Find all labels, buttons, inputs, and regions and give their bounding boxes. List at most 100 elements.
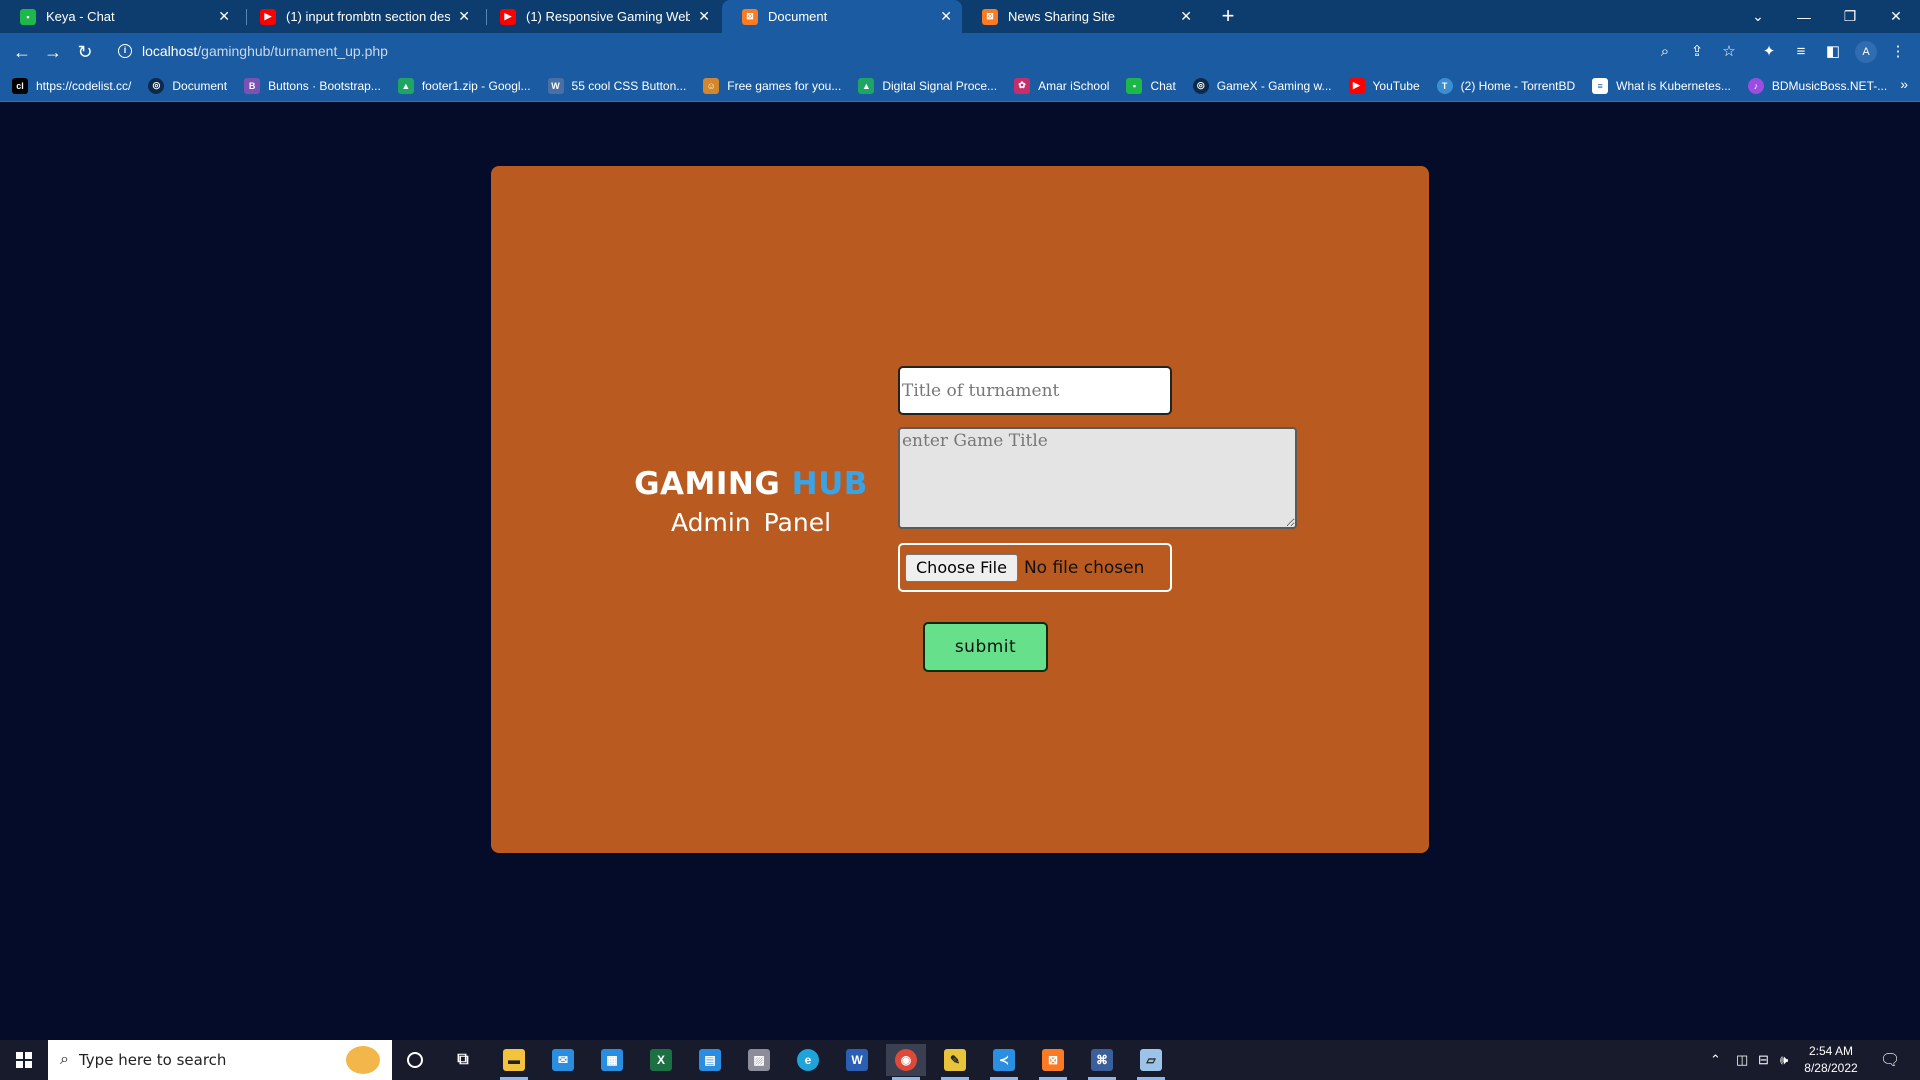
bookmark-label: Buttons · Bootstrap... xyxy=(268,78,381,93)
mail-icon[interactable]: ✉ xyxy=(543,1044,583,1076)
tab-news-sharing[interactable]: ⊠ News Sharing Site ✕ xyxy=(962,0,1202,33)
bookmark-footer-zip[interactable]: ▲ footer1.zip - Googl... xyxy=(397,77,531,94)
chat-icon: ▪ xyxy=(1126,77,1143,94)
site-info-icon[interactable]: i xyxy=(118,44,132,58)
bookmark-label: (2) Home - TorrentBD xyxy=(1460,78,1576,93)
bookmark-chat[interactable]: ▪ Chat xyxy=(1126,77,1176,94)
edge-icon[interactable]: e xyxy=(788,1044,828,1076)
volume-icon[interactable]: 🕪 xyxy=(1780,1040,1788,1080)
bookmark-youtube[interactable]: ▶ YouTube xyxy=(1348,77,1420,94)
brand-block: GAMING HUB Admin Panel xyxy=(616,466,886,537)
close-icon[interactable]: ✕ xyxy=(698,8,710,25)
games-icon: ☺ xyxy=(703,77,720,94)
tab-strip: ▪ Keya - Chat ✕ ▶ (1) input frombtn sect… xyxy=(0,0,1920,33)
xampp-icon: ⊠ xyxy=(742,8,758,25)
globe-icon: ◎ xyxy=(148,77,165,94)
close-icon[interactable]: ✕ xyxy=(940,8,952,25)
bookmark-label: Amar iSchool xyxy=(1038,78,1110,93)
photos-icon[interactable]: ▨ xyxy=(739,1044,779,1076)
show-hidden-icons[interactable]: ⌃ xyxy=(1710,1040,1721,1080)
bookmark-star-icon[interactable]: ☆ xyxy=(1719,41,1739,61)
search-highlight-icon xyxy=(346,1046,380,1074)
store-icon[interactable]: ▦ xyxy=(592,1044,632,1076)
reload-button[interactable]: ↻ xyxy=(72,39,98,65)
share-icon[interactable]: ⇪ xyxy=(1687,41,1707,61)
menu-icon[interactable]: ⋮ xyxy=(1888,41,1908,61)
new-tab-button[interactable]: + xyxy=(1215,3,1241,29)
bookmark-label: 55 cool CSS Button... xyxy=(571,78,687,93)
file-upload-field[interactable]: Choose File No file chosen xyxy=(898,543,1172,592)
bookmark-label: BDMusicBoss.NET-... xyxy=(1771,78,1888,93)
word-icon[interactable]: W xyxy=(837,1044,877,1076)
notes-app-icon[interactable]: ▱ xyxy=(1131,1044,1171,1080)
google-drive-icon: ▲ xyxy=(397,77,414,94)
zoom-icon[interactable]: ⌕ xyxy=(1655,41,1675,61)
submit-button[interactable]: submit xyxy=(923,622,1048,672)
choose-file-button[interactable]: Choose File xyxy=(905,553,1018,582)
bookmark-label: https://codelist.cc/ xyxy=(36,78,132,93)
xampp-icon[interactable]: ⊠ xyxy=(1033,1044,1073,1080)
network-icon[interactable]: ⊟ xyxy=(1758,1040,1769,1080)
codelist-icon: cl xyxy=(12,77,28,94)
taskbar-search[interactable]: ⌕ Type here to search xyxy=(48,1040,392,1080)
bookmark-document[interactable]: ◎ Document xyxy=(148,77,227,94)
bookmark-label: Free games for you... xyxy=(727,78,842,93)
task-view-icon[interactable]: ⧉ xyxy=(443,1044,483,1076)
close-window-button[interactable]: ✕ xyxy=(1873,0,1919,33)
chrome-icon[interactable]: ◉ xyxy=(886,1044,926,1080)
tab-responsive-gaming[interactable]: ▶ (1) Responsive Gaming Website I ✕ xyxy=(480,0,720,33)
tab-document[interactable]: ⊠ Document ✕ xyxy=(722,0,962,33)
calendar-icon[interactable]: ▤ xyxy=(690,1044,730,1076)
torrentbd-icon: T xyxy=(1436,77,1453,94)
tab-input-frombtn[interactable]: ▶ (1) input frombtn section design ✕ xyxy=(240,0,480,33)
webpage-icon: W xyxy=(547,77,564,94)
meet-now-icon[interactable]: ◫ xyxy=(1736,1040,1748,1080)
close-icon[interactable]: ✕ xyxy=(218,8,230,25)
admin-panel-subtitle: Admin Panel xyxy=(670,508,832,537)
music-icon: ♪ xyxy=(1747,77,1764,94)
close-icon[interactable]: ✕ xyxy=(458,8,470,25)
tab-keya-chat[interactable]: ▪ Keya - Chat ✕ xyxy=(0,0,240,33)
bookmark-gamex[interactable]: ◎ GameX - Gaming w... xyxy=(1192,77,1332,94)
side-panel-icon[interactable]: ◧ xyxy=(1823,41,1843,61)
start-button[interactable] xyxy=(0,1040,48,1080)
tab-title: (1) input frombtn section design xyxy=(286,9,451,24)
notifications-icon[interactable]: 🗨 xyxy=(1880,1040,1900,1080)
bookmark-css-buttons[interactable]: W 55 cool CSS Button... xyxy=(547,77,687,94)
bookmark-dsp[interactable]: ▲ Digital Signal Proce... xyxy=(858,77,998,94)
bookmark-free-games[interactable]: ☺ Free games for you... xyxy=(703,77,842,94)
media-control-icon[interactable]: ≡ xyxy=(1791,41,1811,61)
bookmark-codelist[interactable]: cl https://codelist.cc/ xyxy=(12,77,132,94)
bookmark-label: Chat xyxy=(1150,78,1176,93)
document-icon: ≡ xyxy=(1592,77,1609,94)
file-explorer-icon[interactable]: ▬ xyxy=(494,1044,534,1080)
search-placeholder: Type here to search xyxy=(78,1051,227,1069)
tab-search-icon[interactable]: ⌄ xyxy=(1735,0,1781,33)
cortana-icon[interactable] xyxy=(395,1044,435,1076)
forward-button[interactable]: → xyxy=(40,39,66,65)
profile-avatar[interactable]: A xyxy=(1855,41,1877,63)
bookmark-amar-ischool[interactable]: ✿ Amar iSchool xyxy=(1014,77,1110,94)
bookmark-bootstrap[interactable]: B Buttons · Bootstrap... xyxy=(244,77,381,94)
sticky-app-icon[interactable]: ✎ xyxy=(935,1044,975,1080)
vscode-icon[interactable]: ≺ xyxy=(984,1044,1024,1080)
address-bar[interactable]: i localhost/gaminghub/turnament_up.php xyxy=(108,36,1788,66)
close-icon[interactable]: ✕ xyxy=(1180,8,1192,25)
restore-button[interactable]: ❐ xyxy=(1827,0,1873,33)
bookmark-kubernetes[interactable]: ≡ What is Kubernetes... xyxy=(1592,77,1731,94)
taskbar-clock[interactable]: 2:54 AM 8/28/2022 xyxy=(1800,1043,1862,1077)
dev-app-icon[interactable]: ⌘ xyxy=(1082,1044,1122,1080)
chat-icon: ▪ xyxy=(20,8,36,25)
bookmark-label: Digital Signal Proce... xyxy=(882,78,998,93)
tournament-title-input[interactable] xyxy=(898,366,1172,415)
more-bookmarks-icon[interactable]: » xyxy=(1900,76,1908,92)
bookmark-torrentbd[interactable]: T (2) Home - TorrentBD xyxy=(1436,77,1576,94)
excel-icon[interactable]: X xyxy=(641,1044,681,1076)
minimize-button[interactable]: — xyxy=(1781,0,1827,33)
extensions-icon[interactable]: ✦ xyxy=(1759,41,1779,61)
youtube-icon: ▶ xyxy=(500,8,516,25)
back-button[interactable]: ← xyxy=(9,39,35,65)
game-title-textarea[interactable] xyxy=(898,427,1297,529)
clock-date: 8/28/2022 xyxy=(1804,1061,1858,1075)
bookmark-bdmusicboss[interactable]: ♪ BDMusicBoss.NET-... xyxy=(1747,77,1888,94)
